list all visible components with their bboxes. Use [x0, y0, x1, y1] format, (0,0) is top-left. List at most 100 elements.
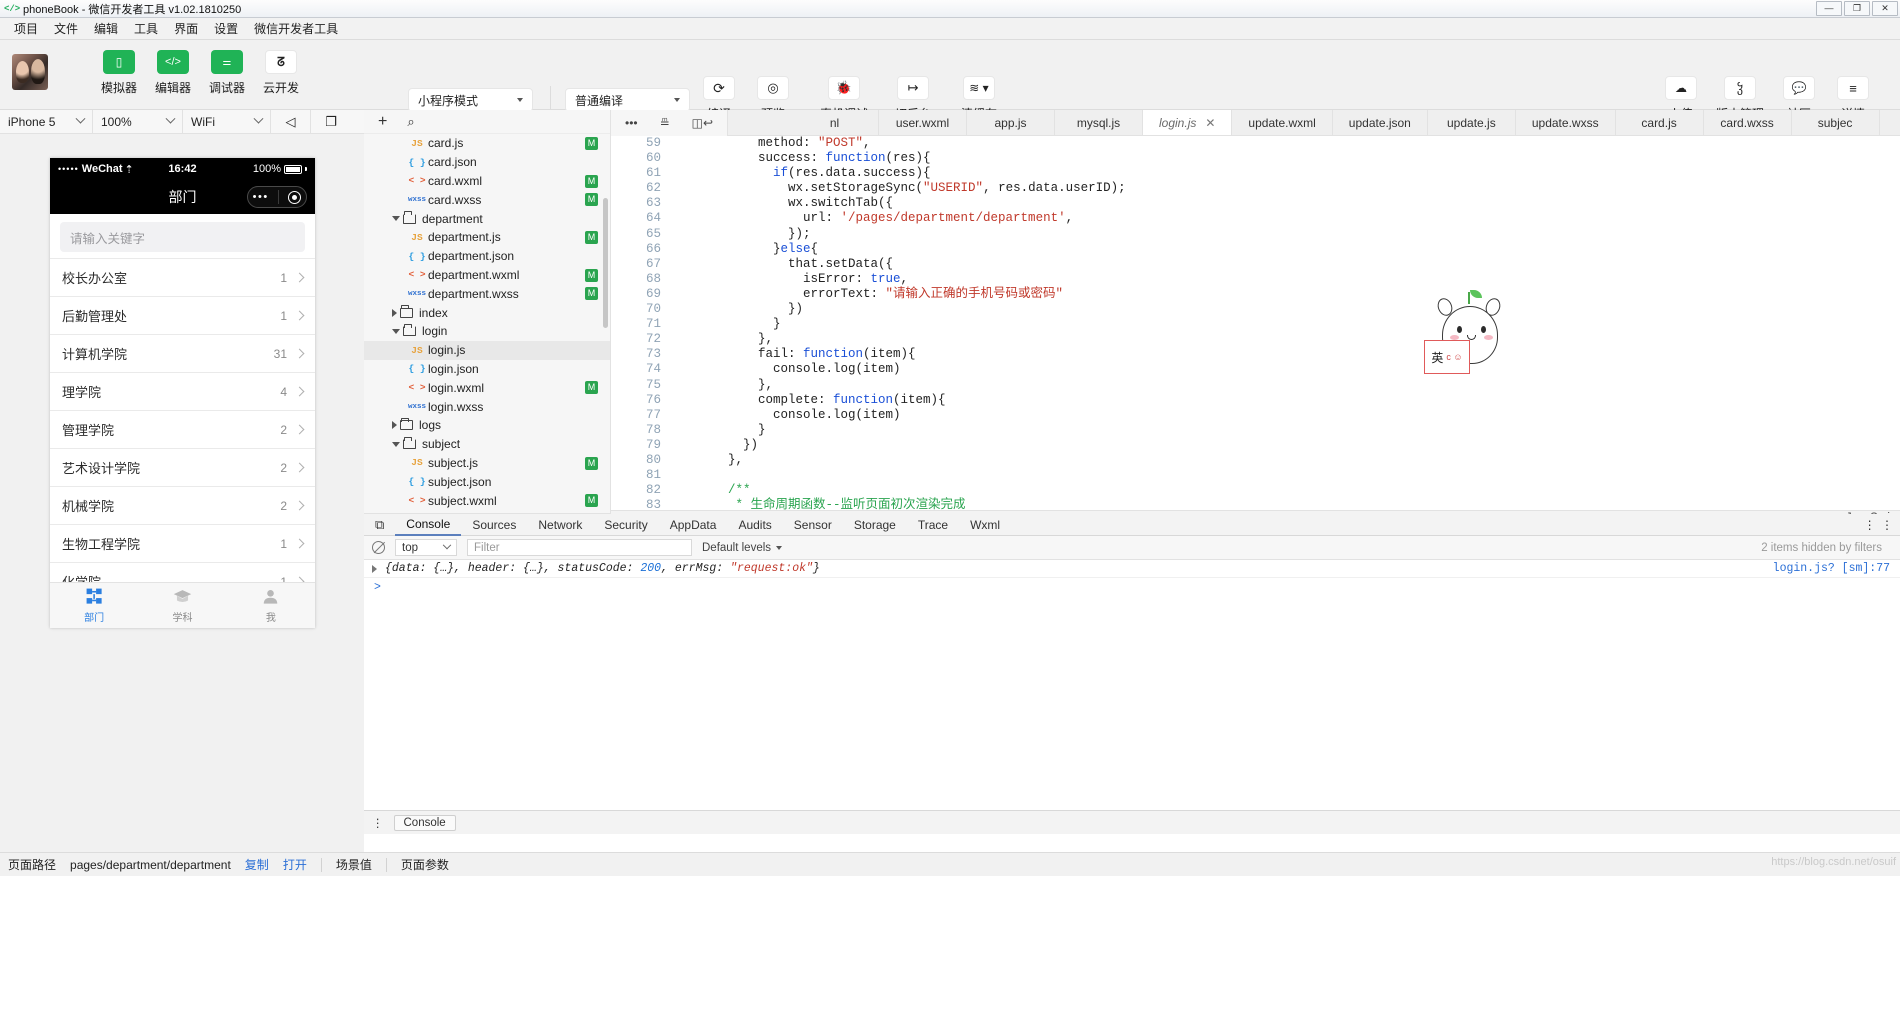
devtools-tab-sensor[interactable]: Sensor [783, 514, 843, 536]
more-icon[interactable]: ••• [625, 116, 638, 130]
department-row[interactable]: 校长办公室 1 [50, 258, 315, 296]
file-tree-folder[interactable]: logs [364, 416, 610, 435]
editor-tab[interactable]: user.wxml [879, 110, 967, 135]
user-avatar[interactable] [12, 54, 48, 90]
more-vertical-icon[interactable]: ⋮ ⋮ [1864, 518, 1900, 532]
menu-item-edit[interactable]: 编辑 [86, 18, 126, 39]
file-tree-file[interactable]: < > card.wxml M [364, 172, 610, 191]
menu-item-tools[interactable]: 工具 [126, 18, 166, 39]
file-tree-file[interactable]: JS department.js M [364, 228, 610, 247]
file-tree-file[interactable]: { } login.json [364, 360, 610, 379]
maximize-button[interactable]: ❐ [1844, 1, 1870, 16]
search-input[interactable]: 请输入关键字 [60, 222, 305, 252]
devtools-tab-trace[interactable]: Trace [907, 514, 959, 536]
triangle-down-icon[interactable] [392, 216, 400, 222]
expand-arrow-icon[interactable] [372, 564, 377, 573]
console-output[interactable]: {data: {…}, header: {…}, statusCode: 200… [364, 560, 1900, 810]
menu-item-ui[interactable]: 界面 [166, 18, 206, 39]
department-row[interactable]: 管理学院 2 [50, 410, 315, 448]
console-context-select[interactable]: top [395, 539, 457, 556]
menu-item-project[interactable]: 项目 [6, 18, 46, 39]
editor-tab[interactable]: login.js ✕ [1143, 110, 1233, 135]
open-path-button[interactable]: 打开 [283, 856, 307, 873]
editor-tab[interactable]: update.js [1428, 110, 1516, 135]
file-tree-folder[interactable]: login [364, 322, 610, 341]
file-tree-folder[interactable]: index [364, 303, 610, 322]
zoom-select[interactable]: 100% [93, 109, 183, 134]
console-log-row[interactable]: {data: {…}, header: {…}, statusCode: 200… [364, 560, 1900, 578]
editor-tab[interactable]: subjec [1792, 110, 1880, 135]
console-prompt[interactable]: > [364, 578, 1900, 596]
console-source-link[interactable]: login.js? [sm]:77 [1773, 562, 1890, 575]
code-content[interactable]: method: "POST", success: function(res){ … [683, 136, 1126, 510]
menu-item-devtools[interactable]: 微信开发者工具 [246, 18, 346, 39]
search-files-icon[interactable]: ⌕ [407, 114, 414, 130]
inspect-icon[interactable]: ⧉ [364, 514, 395, 536]
volume-button[interactable]: ◁ [271, 109, 311, 134]
menu-item-settings[interactable]: 设置 [206, 18, 246, 39]
page-params-label[interactable]: 页面参数 [401, 856, 449, 873]
devtools-tab-appdata[interactable]: AppData [659, 514, 728, 536]
department-row[interactable]: 后勤管理处 1 [50, 296, 315, 334]
file-tree-file[interactable]: JS subject.js M [364, 454, 610, 473]
simulator-button[interactable]: ▯ 模拟器 [98, 50, 140, 96]
minimize-button[interactable]: — [1816, 1, 1842, 16]
code-editor[interactable]: 59 60 61 62 63 64 65 66 67 68 69 70 71 72 73 74 75 76 77 78… [611, 136, 1900, 510]
file-tree-folder[interactable]: department [364, 209, 610, 228]
file-tree-scrollbar[interactable] [603, 198, 608, 328]
devtools-tab-sources[interactable]: Sources [461, 514, 527, 536]
close-icon[interactable]: ✕ [1205, 116, 1215, 130]
menu-item-file[interactable]: 文件 [46, 18, 86, 39]
window-controls[interactable]: — ❐ ✕ [1816, 1, 1898, 16]
cloud-dev-button[interactable]: ᘔ 云开发 [260, 50, 302, 96]
outline-icon[interactable]: ≞ [660, 116, 670, 130]
department-row[interactable]: 艺术设计学院 2 [50, 448, 315, 486]
devtools-tab-network[interactable]: Network [527, 514, 593, 536]
editor-button[interactable]: </> 编辑器 [152, 50, 194, 96]
file-tree-folder[interactable]: subject [364, 435, 610, 454]
file-tree-file[interactable]: { } subject.json [364, 472, 610, 491]
phone-tab-subject[interactable]: 学科 [138, 583, 226, 628]
department-row[interactable]: 理学院 4 [50, 372, 315, 410]
phone-simulator[interactable]: ••••• WeChat ⇡ 16:42 100% 部门 ••• 请输入关键字 … [50, 158, 315, 628]
department-row[interactable]: 计算机学院 31 [50, 334, 315, 372]
file-tree-file[interactable]: < > subject.wxml M [364, 491, 610, 510]
drawer-tab-console[interactable]: Console [393, 814, 456, 831]
close-button[interactable]: ✕ [1872, 1, 1898, 16]
file-tree-file[interactable]: wxss login.wxss [364, 397, 610, 416]
copy-path-button[interactable]: 复制 [245, 856, 269, 873]
devtools-tab-audits[interactable]: Audits [727, 514, 782, 536]
device-select[interactable]: iPhone 5 [0, 109, 93, 134]
split-icon[interactable]: ◫↩ [692, 116, 713, 130]
devtools-tab-console[interactable]: Console [395, 514, 462, 536]
devtools-tab-storage[interactable]: Storage [843, 514, 907, 536]
file-tree-file[interactable]: wxss card.wxss M [364, 190, 610, 209]
editor-tab[interactable]: mysql.js [1055, 110, 1143, 135]
console-levels-select[interactable]: Default levels [702, 542, 783, 554]
console-filter-input[interactable]: Filter [467, 539, 692, 556]
editor-tab[interactable]: update.wxss [1516, 110, 1616, 135]
file-tree-file[interactable]: { } card.json [364, 153, 610, 172]
rotate-screen-button[interactable]: ❐ [311, 110, 351, 134]
file-tree-file[interactable]: { } department.json [364, 247, 610, 266]
editor-tab[interactable]: app.js [967, 110, 1055, 135]
file-tree-file[interactable]: JS login.js [364, 340, 610, 360]
editor-tab[interactable]: nl [791, 110, 879, 135]
file-tree-file[interactable]: wxss department.wxss M [364, 284, 610, 303]
editor-tab[interactable]: update.wxml [1232, 110, 1333, 135]
editor-tab[interactable]: card.wxss [1704, 110, 1792, 135]
triangle-right-icon[interactable] [392, 308, 397, 317]
more-vertical-icon[interactable]: ⋮ [372, 816, 384, 830]
triangle-right-icon[interactable] [392, 421, 397, 430]
editor-tab[interactable]: update.json [1333, 110, 1428, 135]
wechat-capsule-button[interactable]: ••• [247, 186, 307, 208]
compile-mode-select[interactable]: 普通编译 [565, 88, 690, 112]
file-tree-file[interactable]: < > login.wxml M [364, 378, 610, 397]
devtools-tab-security[interactable]: Security [593, 514, 658, 536]
devtools-tab-wxml[interactable]: Wxml [959, 514, 1011, 536]
clear-console-icon[interactable] [372, 541, 385, 554]
mode-select[interactable]: 小程序模式 [408, 88, 533, 112]
add-file-icon[interactable]: + [378, 113, 387, 131]
editor-tab[interactable]: card.js [1616, 110, 1704, 135]
department-row[interactable]: 生物工程学院 1 [50, 524, 315, 562]
